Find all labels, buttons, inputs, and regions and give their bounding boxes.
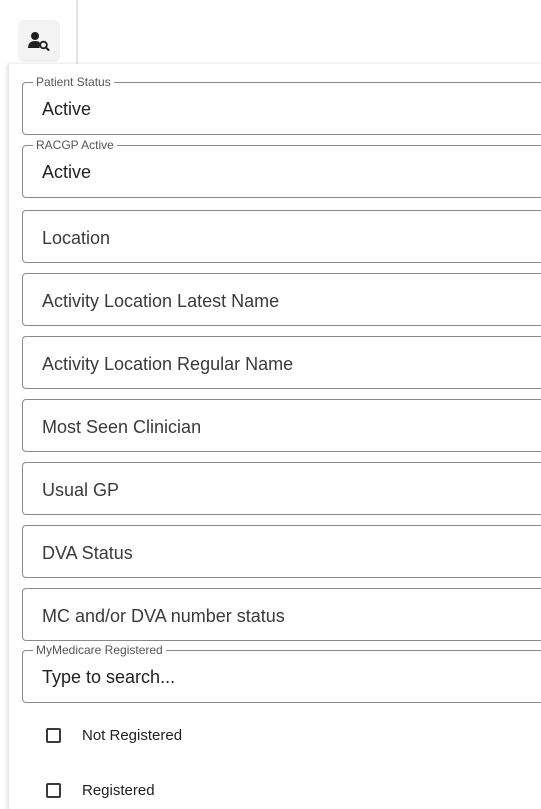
racgp-active-select[interactable]: RACGP Active Active — [22, 138, 541, 198]
activity-location-regular-name-placeholder: Activity Location Regular Name — [42, 354, 294, 374]
activity-location-latest-name-select[interactable]: Activity Location Latest Name — [22, 273, 541, 326]
toolbar-divider — [76, 0, 78, 66]
mymedicare-registered-search[interactable]: MyMedicare Registered Type to search... — [22, 643, 541, 703]
most-seen-clinician-placeholder: Most Seen Clinician — [42, 417, 202, 437]
patient-status-label: Patient Status — [33, 75, 114, 89]
activity-location-latest-name-placeholder: Activity Location Latest Name — [42, 291, 280, 311]
patient-status-select[interactable]: Patient Status Active — [22, 75, 541, 135]
filter-page: Patient Status Active RACGP Active Activ… — [0, 0, 541, 809]
person-search-icon — [27, 31, 51, 51]
registered-checkbox[interactable] — [46, 782, 61, 798]
mc-dva-number-status-placeholder: MC and/or DVA number status — [42, 606, 285, 626]
not-registered-checkbox[interactable] — [46, 727, 61, 743]
activity-location-regular-name-select[interactable]: Activity Location Regular Name — [22, 336, 541, 389]
option-registered[interactable]: Registered — [46, 779, 155, 801]
dva-status-placeholder: DVA Status — [42, 543, 133, 563]
registered-label: Registered — [82, 781, 155, 799]
usual-gp-select[interactable]: Usual GP — [22, 462, 541, 515]
not-registered-label: Not Registered — [82, 726, 183, 744]
mc-dva-number-status-select[interactable]: MC and/or DVA number status — [22, 588, 541, 641]
racgp-active-label: RACGP Active — [33, 138, 117, 152]
dva-status-select[interactable]: DVA Status — [22, 525, 541, 578]
most-seen-clinician-select[interactable]: Most Seen Clinician — [22, 399, 541, 452]
patient-status-value: Active — [42, 99, 92, 119]
option-not-registered[interactable]: Not Registered — [46, 724, 182, 746]
racgp-active-value: Active — [42, 162, 92, 182]
location-select[interactable]: Location — [22, 210, 541, 263]
mymedicare-registered-input[interactable]: Type to search... — [42, 667, 175, 688]
mymedicare-registered-label: MyMedicare Registered — [33, 643, 166, 657]
usual-gp-placeholder: Usual GP — [42, 480, 120, 500]
top-toolbar — [0, 0, 541, 66]
patient-search-button[interactable] — [18, 20, 60, 62]
location-placeholder: Location — [42, 228, 111, 248]
